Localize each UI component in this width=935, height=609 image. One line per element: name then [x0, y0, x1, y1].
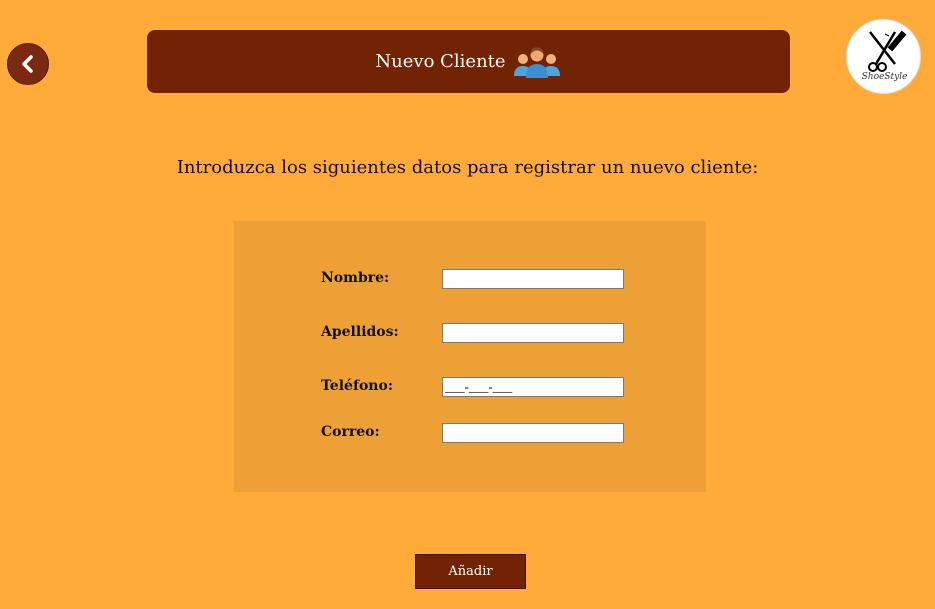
intro-text: Introduzca los siguientes datos para reg…	[176, 157, 759, 178]
nombre-label: Nombre:	[321, 270, 390, 286]
scissors-comb-icon	[868, 30, 907, 72]
apellidos-label: Apellidos:	[321, 324, 399, 340]
correo-input[interactable]	[442, 423, 624, 443]
correo-label: Correo:	[321, 424, 380, 440]
page-title: Nuevo Cliente	[375, 51, 506, 72]
logo-text: ShoeStyle	[861, 72, 908, 82]
brand-logo: ShoeStyle	[846, 19, 921, 94]
back-button[interactable]	[7, 43, 49, 85]
telefono-label: Teléfono:	[321, 378, 393, 394]
header-bar: Nuevo Cliente	[147, 30, 790, 93]
chevron-left-icon	[22, 55, 33, 73]
client-form: Nombre: Apellidos: Teléfono: Correo:	[234, 221, 706, 492]
nombre-input[interactable]	[442, 269, 624, 289]
group-icon	[513, 46, 560, 78]
telefono-input[interactable]	[442, 377, 624, 397]
apellidos-input[interactable]	[442, 323, 624, 343]
add-client-button[interactable]: Añadir	[415, 554, 526, 589]
